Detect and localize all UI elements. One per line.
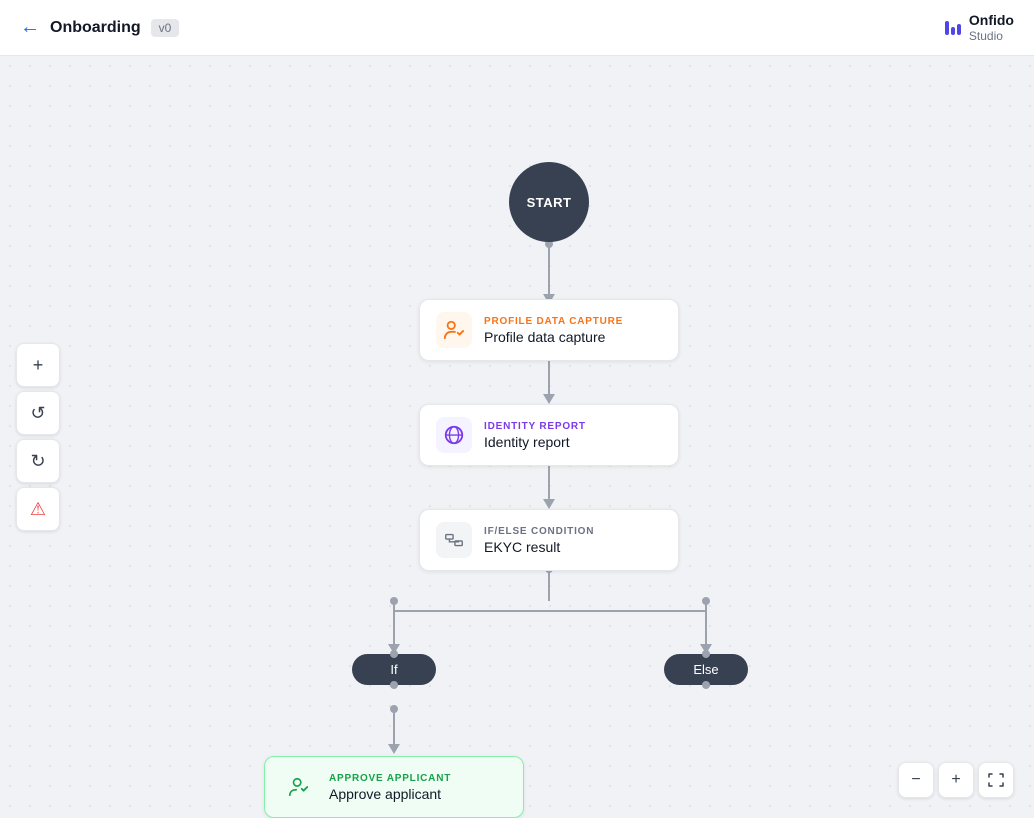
brand-text: Onfido Studio [969,12,1014,43]
zoom-in-button[interactable]: + [938,762,974,798]
if-dot-bottom [390,681,398,689]
add-button[interactable]: + [16,343,60,387]
start-label: START [527,195,572,210]
approve-icon [281,769,317,805]
else-branch[interactable]: Else [664,654,748,685]
left-toolbar: + ↺ ↻ ⚠ [16,343,60,531]
profile-category: PROFILE DATA CAPTURE [484,316,623,327]
fit-icon [988,772,1004,788]
profile-content: PROFILE DATA CAPTURE Profile data captur… [484,316,623,345]
identity-category: IDENTITY REPORT [484,421,586,432]
approve-applicant-node[interactable]: APPROVE APPLICANT Approve applicant [264,756,524,818]
else-dot-bottom [702,681,710,689]
flow-canvas: + ↺ ↻ ⚠ [0,56,1034,818]
redo-button[interactable]: ↻ [16,439,60,483]
start-node[interactable]: START [509,162,589,242]
zoom-out-button[interactable]: − [898,762,934,798]
warning-button[interactable]: ⚠ [16,487,60,531]
header: ← Onboarding v0 Onfido Studio [0,0,1034,56]
ifelse-category: IF/ELSE CONDITION [484,526,594,537]
ifelse-content: IF/ELSE CONDITION EKYC result [484,526,594,555]
approve-content: APPROVE APPLICANT Approve applicant [329,773,451,802]
identity-icon [436,417,472,453]
zoom-controls: − + [898,762,1014,798]
version-badge: v0 [151,19,180,37]
identity-label: Identity report [484,434,586,450]
identity-report-node[interactable]: IDENTITY REPORT Identity report [419,404,679,466]
fit-button[interactable] [978,762,1014,798]
ifelse-icon [436,522,472,558]
brand-name: Onfido [969,12,1014,29]
undo-button[interactable]: ↺ [16,391,60,435]
profile-data-capture-node[interactable]: PROFILE DATA CAPTURE Profile data captur… [419,299,679,361]
approve-category: APPROVE APPLICANT [329,773,451,784]
page-title: Onboarding [50,19,141,37]
profile-icon [436,312,472,348]
back-button[interactable]: ← [20,16,40,39]
header-left: ← Onboarding v0 [20,16,179,39]
profile-label: Profile data capture [484,329,623,345]
else-dot-top [702,650,710,658]
if-label: If [390,662,397,677]
ifelse-label: EKYC result [484,539,594,555]
identity-content: IDENTITY REPORT Identity report [484,421,586,450]
brand-sub: Studio [969,29,1014,43]
brand-icon [945,21,961,35]
if-dot-top [390,650,398,658]
if-else-node[interactable]: IF/ELSE CONDITION EKYC result [419,509,679,571]
if-branch[interactable]: If [352,654,436,685]
approve-label: Approve applicant [329,786,451,802]
brand: Onfido Studio [945,12,1014,43]
else-label: Else [693,662,718,677]
